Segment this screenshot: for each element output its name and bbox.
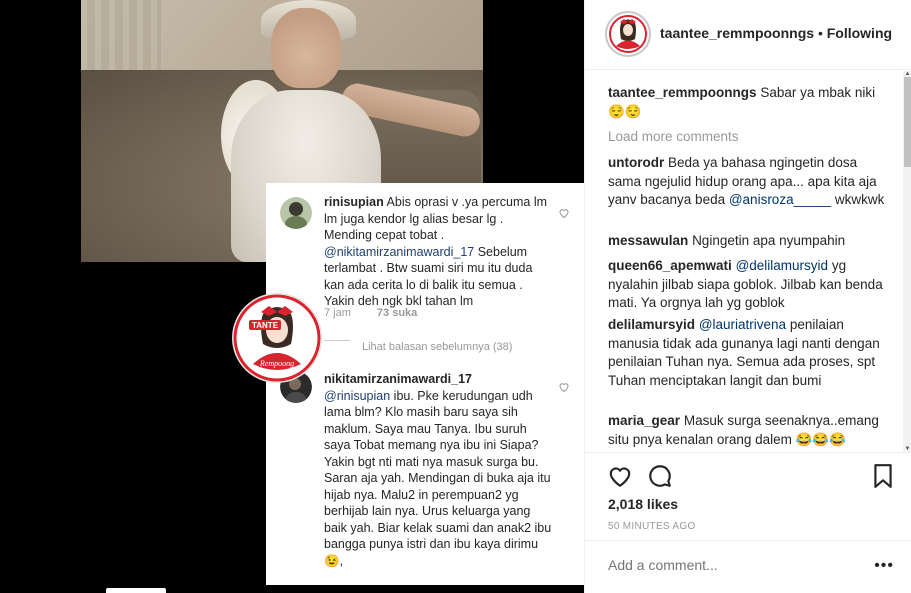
comment-username[interactable]: delilamursyid xyxy=(608,317,695,332)
following-button[interactable]: Following xyxy=(827,25,892,41)
media-tab xyxy=(106,588,166,593)
load-more-comments-link[interactable]: Load more comments xyxy=(608,129,739,144)
comment-item: messawulan Ngingetin apa nyumpahin xyxy=(608,233,846,248)
divider xyxy=(324,340,350,341)
comment-item: maria_gear Masuk surga seenaknya..emang … xyxy=(608,413,879,447)
comment-mention[interactable]: @delilamursyid xyxy=(736,258,828,273)
embedded-comment-screenshot: rinisupian Abis oprasi v .ya percuma lm … xyxy=(266,183,584,585)
likes-count[interactable]: 2,018 likes xyxy=(608,496,678,512)
header-username[interactable]: taantee_remmpoonngs xyxy=(660,25,814,41)
view-replies-link: Lihat balasan sebelumnya (38) xyxy=(362,341,513,353)
embedded-mention: @nikitamirzanimawardi_17 xyxy=(324,244,475,259)
post-media[interactable]: rinisupian Abis oprasi v .ya percuma lm … xyxy=(0,0,584,593)
avatar xyxy=(280,197,312,229)
comments-list: taantee_remmpoonngs Sabar ya mbak niki 😌… xyxy=(585,71,903,452)
embedded-username: rinisupian xyxy=(324,195,384,209)
caption-username[interactable]: taantee_remmpoonngs xyxy=(608,85,757,100)
comment-username[interactable]: maria_gear xyxy=(608,413,680,428)
add-comment-input[interactable] xyxy=(608,557,858,573)
comment-username[interactable]: untorodr xyxy=(608,155,664,170)
post-side-panel: taantee_remmpoonngs • Following taantee_… xyxy=(584,0,911,593)
separator-dot: • xyxy=(817,25,823,41)
embedded-comment-meta: 7 jam 73 suka xyxy=(324,307,418,319)
comment-item: delilamursyid @lauriatrivena penilaian m… xyxy=(608,317,880,388)
comment-item: untorodr Beda ya bahasa ngingetin dosa s… xyxy=(608,155,885,207)
comment-mention[interactable]: @lauriatrivena xyxy=(699,317,786,332)
embedded-comment-text: rinisupian Abis oprasi v .ya percuma lm … xyxy=(324,195,548,308)
post-header: taantee_remmpoonngs • Following xyxy=(585,0,911,70)
comment-username[interactable]: queen66_apemwati xyxy=(608,258,732,273)
caption: taantee_remmpoonngs Sabar ya mbak niki 😌… xyxy=(608,84,890,121)
comment-mention[interactable]: @anisroza_____ xyxy=(729,192,831,207)
profile-avatar[interactable] xyxy=(605,11,651,57)
bookmark-icon[interactable] xyxy=(872,463,894,489)
heart-icon xyxy=(559,383,569,393)
heart-icon xyxy=(559,209,569,219)
embedded-username: nikitamirzanimawardi_17 xyxy=(324,372,472,386)
svg-text:Rempoong: Rempoong xyxy=(259,359,294,368)
embedded-reply-text: nikitamirzanimawardi_17 @rinisupian ibu.… xyxy=(324,372,552,568)
comment-bubble-icon[interactable] xyxy=(647,463,673,489)
comment-item: queen66_apemwati @delilamursyid yg nyala… xyxy=(608,258,883,310)
tante-rempoong-logo: TANTE Rempoong xyxy=(233,294,321,382)
svg-text:TANTE: TANTE xyxy=(252,321,279,330)
embedded-mention: @rinisupian xyxy=(324,388,391,403)
add-comment-bar: ••• xyxy=(585,540,911,593)
post-timestamp: 50 MINUTES AGO xyxy=(608,521,696,532)
header-account: taantee_remmpoonngs • Following xyxy=(660,25,892,41)
like-heart-icon[interactable] xyxy=(607,463,633,489)
comment-username[interactable]: messawulan xyxy=(608,233,688,248)
scrollbar-thumb[interactable] xyxy=(904,77,911,167)
more-options-icon[interactable]: ••• xyxy=(874,557,894,575)
comments-scrollbar[interactable]: ▲ ▼ xyxy=(903,71,911,452)
post-actions: 2,018 likes 50 MINUTES AGO xyxy=(585,452,911,540)
